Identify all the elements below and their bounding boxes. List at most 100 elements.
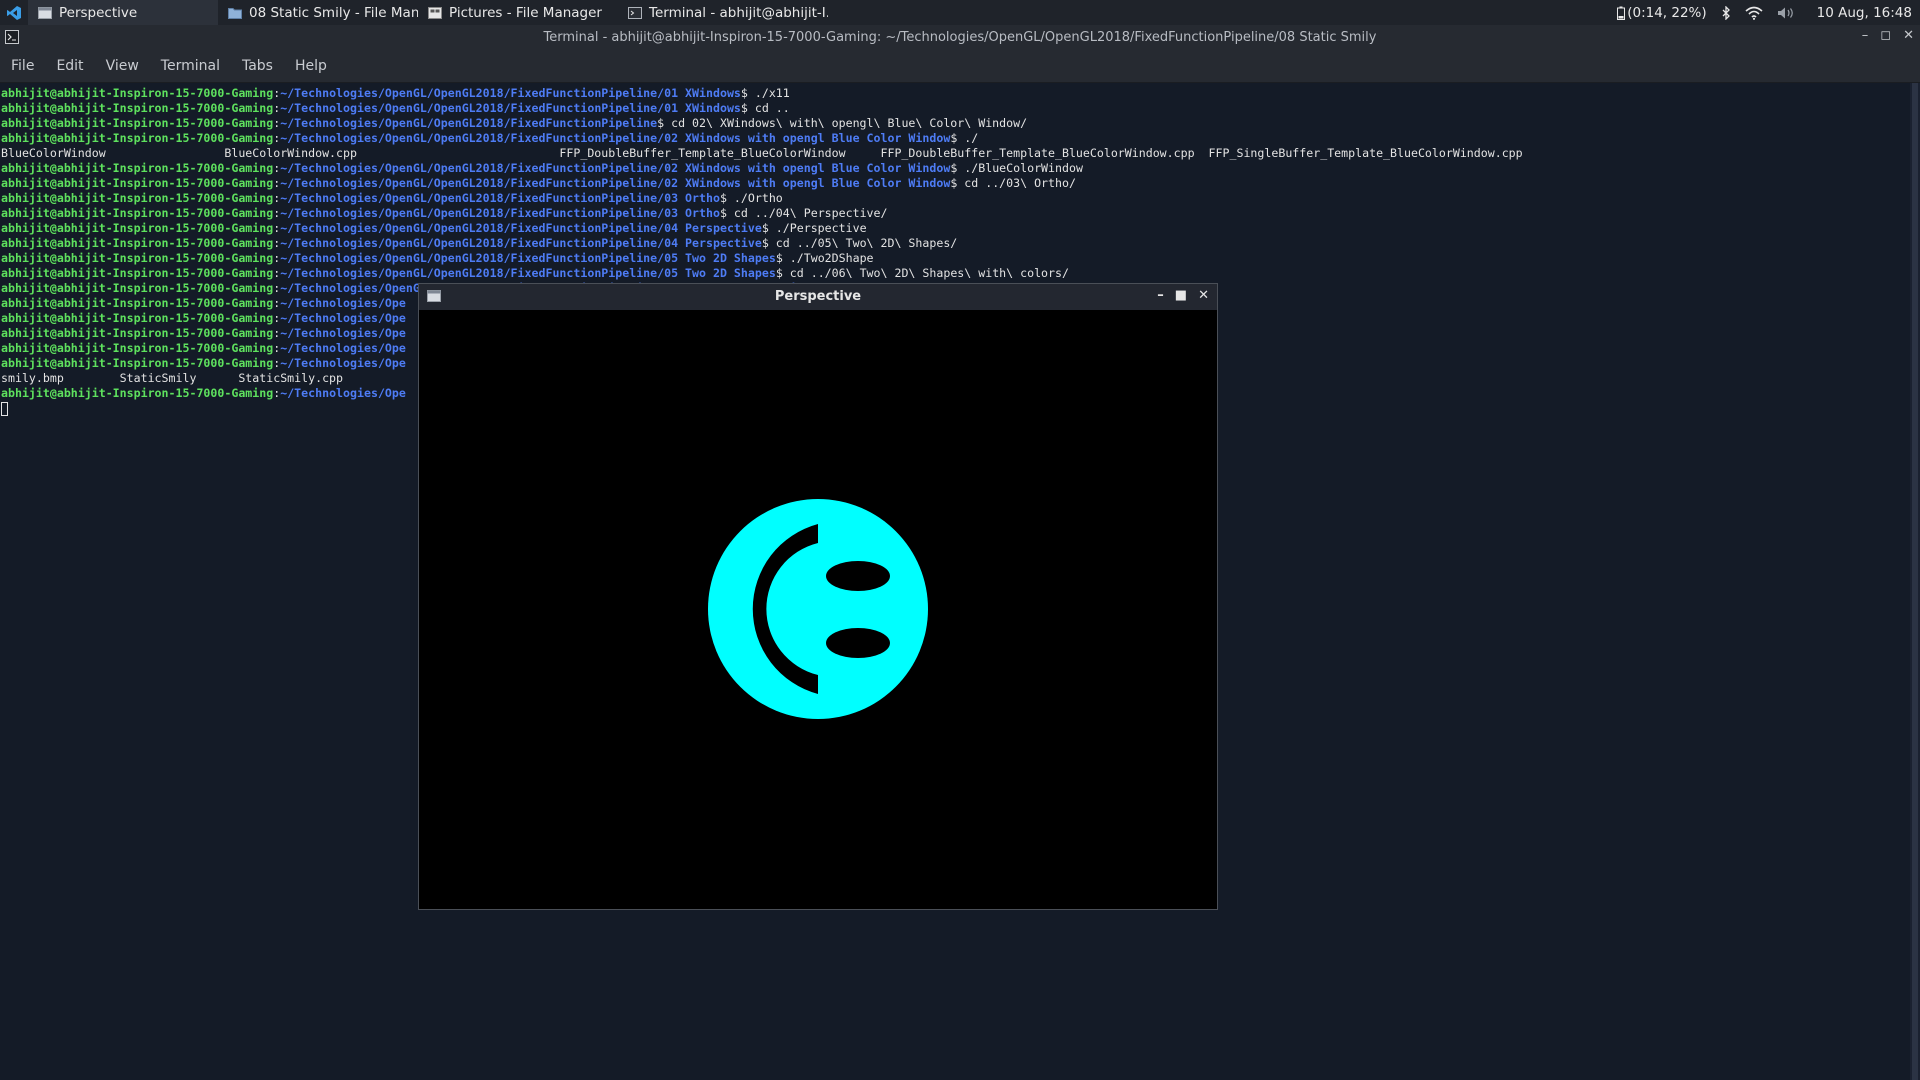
window-icon	[38, 6, 52, 19]
taskbar-item-label: Pictures - File Manager	[449, 4, 602, 21]
prompt-user: abhijit@abhijit-Inspiron-15-7000-Gaming	[1, 176, 274, 190]
prompt-path: ~/Technologies/OpenGL/OpenGL2018/FixedFu…	[280, 161, 951, 175]
terminal-menubar: File Edit View Terminal Tabs Help	[0, 50, 1920, 83]
menu-file[interactable]: File	[0, 58, 45, 74]
terminal-line: abhijit@abhijit-Inspiron-15-7000-Gaming:…	[1, 251, 1523, 266]
terminal-line: abhijit@abhijit-Inspiron-15-7000-Gaming:…	[1, 221, 1523, 236]
terminal-text: $ cd ../06\ Two\ 2D\ Shapes\ with\ color…	[775, 266, 1069, 280]
prompt-path: ~/Technologies/Ope	[280, 326, 406, 340]
terminal-line: abhijit@abhijit-Inspiron-15-7000-Gaming:…	[1, 131, 1523, 146]
minimize-icon[interactable]: –	[1157, 288, 1164, 303]
smiley-eye-bottom	[826, 628, 890, 658]
prompt-path: ~/Technologies/Ope	[280, 356, 406, 370]
scrollbar-thumb[interactable]	[1912, 83, 1918, 1080]
taskbar-item-file-manager[interactable]: 08 Static Smily - File Mana...	[218, 0, 418, 25]
prompt-path: ~/Technologies/OpenGL/OpenGL2018/FixedFu…	[280, 86, 741, 100]
minimize-icon[interactable]: –	[1862, 28, 1869, 43]
prompt-user: abhijit@abhijit-Inspiron-15-7000-Gaming	[1, 86, 274, 100]
terminal-titlebar[interactable]: Terminal - abhijit@abhijit-Inspiron-15-7…	[0, 25, 1920, 50]
terminal-line: abhijit@abhijit-Inspiron-15-7000-Gaming:…	[1, 161, 1523, 176]
terminal-cursor	[1, 402, 8, 416]
terminal-text: $ ./	[950, 131, 979, 145]
prompt-user: abhijit@abhijit-Inspiron-15-7000-Gaming	[1, 341, 274, 355]
menu-help[interactable]: Help	[284, 58, 338, 74]
prompt-path: ~/Technologies/OpenGL/OpenGL2018/FixedFu…	[280, 206, 720, 220]
terminal-text: $ ./BlueColorWindow	[950, 161, 1083, 175]
top-panel: Perspective 08 Static Smily - File Mana.…	[0, 0, 1920, 25]
taskbar-item-label: Perspective	[59, 4, 138, 21]
menu-view[interactable]: View	[95, 58, 150, 74]
opengl-canvas[interactable]	[419, 310, 1217, 909]
prompt-path: ~/Technologies/OpenGL/OpenGL2018/FixedFu…	[280, 176, 951, 190]
prompt-path: ~/Technologies/Ope	[280, 386, 406, 400]
smiley-eye-top	[826, 561, 890, 591]
terminal-window-title: Terminal - abhijit@abhijit-Inspiron-15-7…	[543, 30, 1377, 45]
prompt-user: abhijit@abhijit-Inspiron-15-7000-Gaming	[1, 386, 274, 400]
terminal-scrollbar[interactable]	[1910, 83, 1920, 1080]
perspective-window[interactable]: Perspective – ■ ✕	[418, 283, 1218, 910]
battery-text: (0:14, 22%)	[1627, 4, 1707, 21]
battery-indicator[interactable]: (0:14, 22%)	[1617, 4, 1707, 21]
prompt-path: ~/Technologies/OpenGL/OpenGL2018/FixedFu…	[280, 116, 658, 130]
prompt-path: ~/Technologies/Ope	[280, 311, 406, 325]
terminal-line: abhijit@abhijit-Inspiron-15-7000-Gaming:…	[1, 86, 1523, 101]
terminal-text: $ cd ..	[740, 101, 790, 115]
taskbar-item-label: Terminal - abhijit@abhijit-I...	[649, 4, 828, 21]
prompt-user: abhijit@abhijit-Inspiron-15-7000-Gaming	[1, 206, 274, 220]
prompt-path: ~/Technologies/Ope	[280, 341, 406, 355]
terminal-text: $ ./Perspective	[761, 221, 867, 235]
terminal-text: BlueColorWindow BlueColorWindow.cpp FFP_…	[1, 146, 1523, 160]
prompt-user: abhijit@abhijit-Inspiron-15-7000-Gaming	[1, 116, 274, 130]
terminal-text: $ cd ../05\ Two\ 2D\ Shapes/	[761, 236, 958, 250]
prompt-user: abhijit@abhijit-Inspiron-15-7000-Gaming	[1, 101, 274, 115]
terminal-line: abhijit@abhijit-Inspiron-15-7000-Gaming:…	[1, 116, 1523, 131]
terminal-text: $ ./Ortho	[719, 191, 783, 205]
terminal-line: abhijit@abhijit-Inspiron-15-7000-Gaming:…	[1, 266, 1523, 281]
terminal-line: abhijit@abhijit-Inspiron-15-7000-Gaming:…	[1, 236, 1523, 251]
terminal-icon	[628, 6, 642, 19]
prompt-user: abhijit@abhijit-Inspiron-15-7000-Gaming	[1, 236, 274, 250]
prompt-path: ~/Technologies/OpenGL/OpenGL2018/FixedFu…	[280, 131, 951, 145]
clock[interactable]: 10 Aug, 16:48	[1817, 5, 1912, 21]
terminal-text: $ ./x11	[740, 86, 790, 100]
folder-icon	[228, 7, 242, 19]
prompt-user: abhijit@abhijit-Inspiron-15-7000-Gaming	[1, 326, 274, 340]
terminal-text: $ cd 02\ XWindows\ with\ opengl\ Blue\ C…	[657, 116, 1028, 130]
terminal-line: abhijit@abhijit-Inspiron-15-7000-Gaming:…	[1, 101, 1523, 116]
menu-tabs[interactable]: Tabs	[231, 58, 284, 74]
prompt-user: abhijit@abhijit-Inspiron-15-7000-Gaming	[1, 266, 274, 280]
terminal-text: smily.bmp StaticSmily StaticSmily.cpp	[1, 371, 344, 385]
vscode-icon	[7, 5, 21, 20]
taskbar-item-label: 08 Static Smily - File Mana...	[249, 4, 418, 21]
wifi-icon[interactable]	[1745, 6, 1763, 20]
taskbar-item-pictures[interactable]: Pictures - File Manager	[418, 0, 618, 25]
perspective-window-title: Perspective	[774, 289, 862, 304]
smiley-render	[708, 499, 928, 719]
battery-icon	[1617, 6, 1626, 20]
menu-terminal[interactable]: Terminal	[150, 58, 231, 74]
maximize-icon[interactable]: ◻	[1880, 28, 1891, 43]
prompt-path: ~/Technologies/OpenGL/OpenGL2018/FixedFu…	[280, 191, 720, 205]
prompt-path: ~/Technologies/OpenGL/OpenGL2018/FixedFu…	[280, 221, 762, 235]
prompt-user: abhijit@abhijit-Inspiron-15-7000-Gaming	[1, 311, 274, 325]
close-icon[interactable]: ✕	[1198, 288, 1209, 303]
prompt-user: abhijit@abhijit-Inspiron-15-7000-Gaming	[1, 131, 274, 145]
taskbar-item-perspective[interactable]: Perspective	[28, 0, 218, 25]
perspective-titlebar[interactable]: Perspective – ■ ✕	[419, 284, 1217, 310]
bluetooth-icon[interactable]	[1721, 5, 1731, 20]
system-tray: (0:14, 22%) 10 Aug, 16:48	[1617, 0, 1920, 25]
terminal-line: abhijit@abhijit-Inspiron-15-7000-Gaming:…	[1, 206, 1523, 221]
prompt-user: abhijit@abhijit-Inspiron-15-7000-Gaming	[1, 191, 274, 205]
prompt-path: ~/Technologies/OpenGL/OpenGL2018/FixedFu…	[280, 251, 776, 265]
file-manager-icon	[428, 6, 442, 19]
terminal-line: abhijit@abhijit-Inspiron-15-7000-Gaming:…	[1, 191, 1523, 206]
terminal-line: abhijit@abhijit-Inspiron-15-7000-Gaming:…	[1, 176, 1523, 191]
close-icon[interactable]: ✕	[1903, 28, 1914, 43]
prompt-user: abhijit@abhijit-Inspiron-15-7000-Gaming	[1, 356, 274, 370]
maximize-icon[interactable]: ■	[1175, 288, 1187, 303]
volume-icon[interactable]	[1777, 6, 1795, 20]
terminal-text: $ cd ../04\ Perspective/	[719, 206, 888, 220]
menu-edit[interactable]: Edit	[45, 58, 94, 74]
app-menu-button[interactable]	[0, 0, 28, 25]
taskbar-item-terminal[interactable]: Terminal - abhijit@abhijit-I...	[618, 0, 828, 25]
